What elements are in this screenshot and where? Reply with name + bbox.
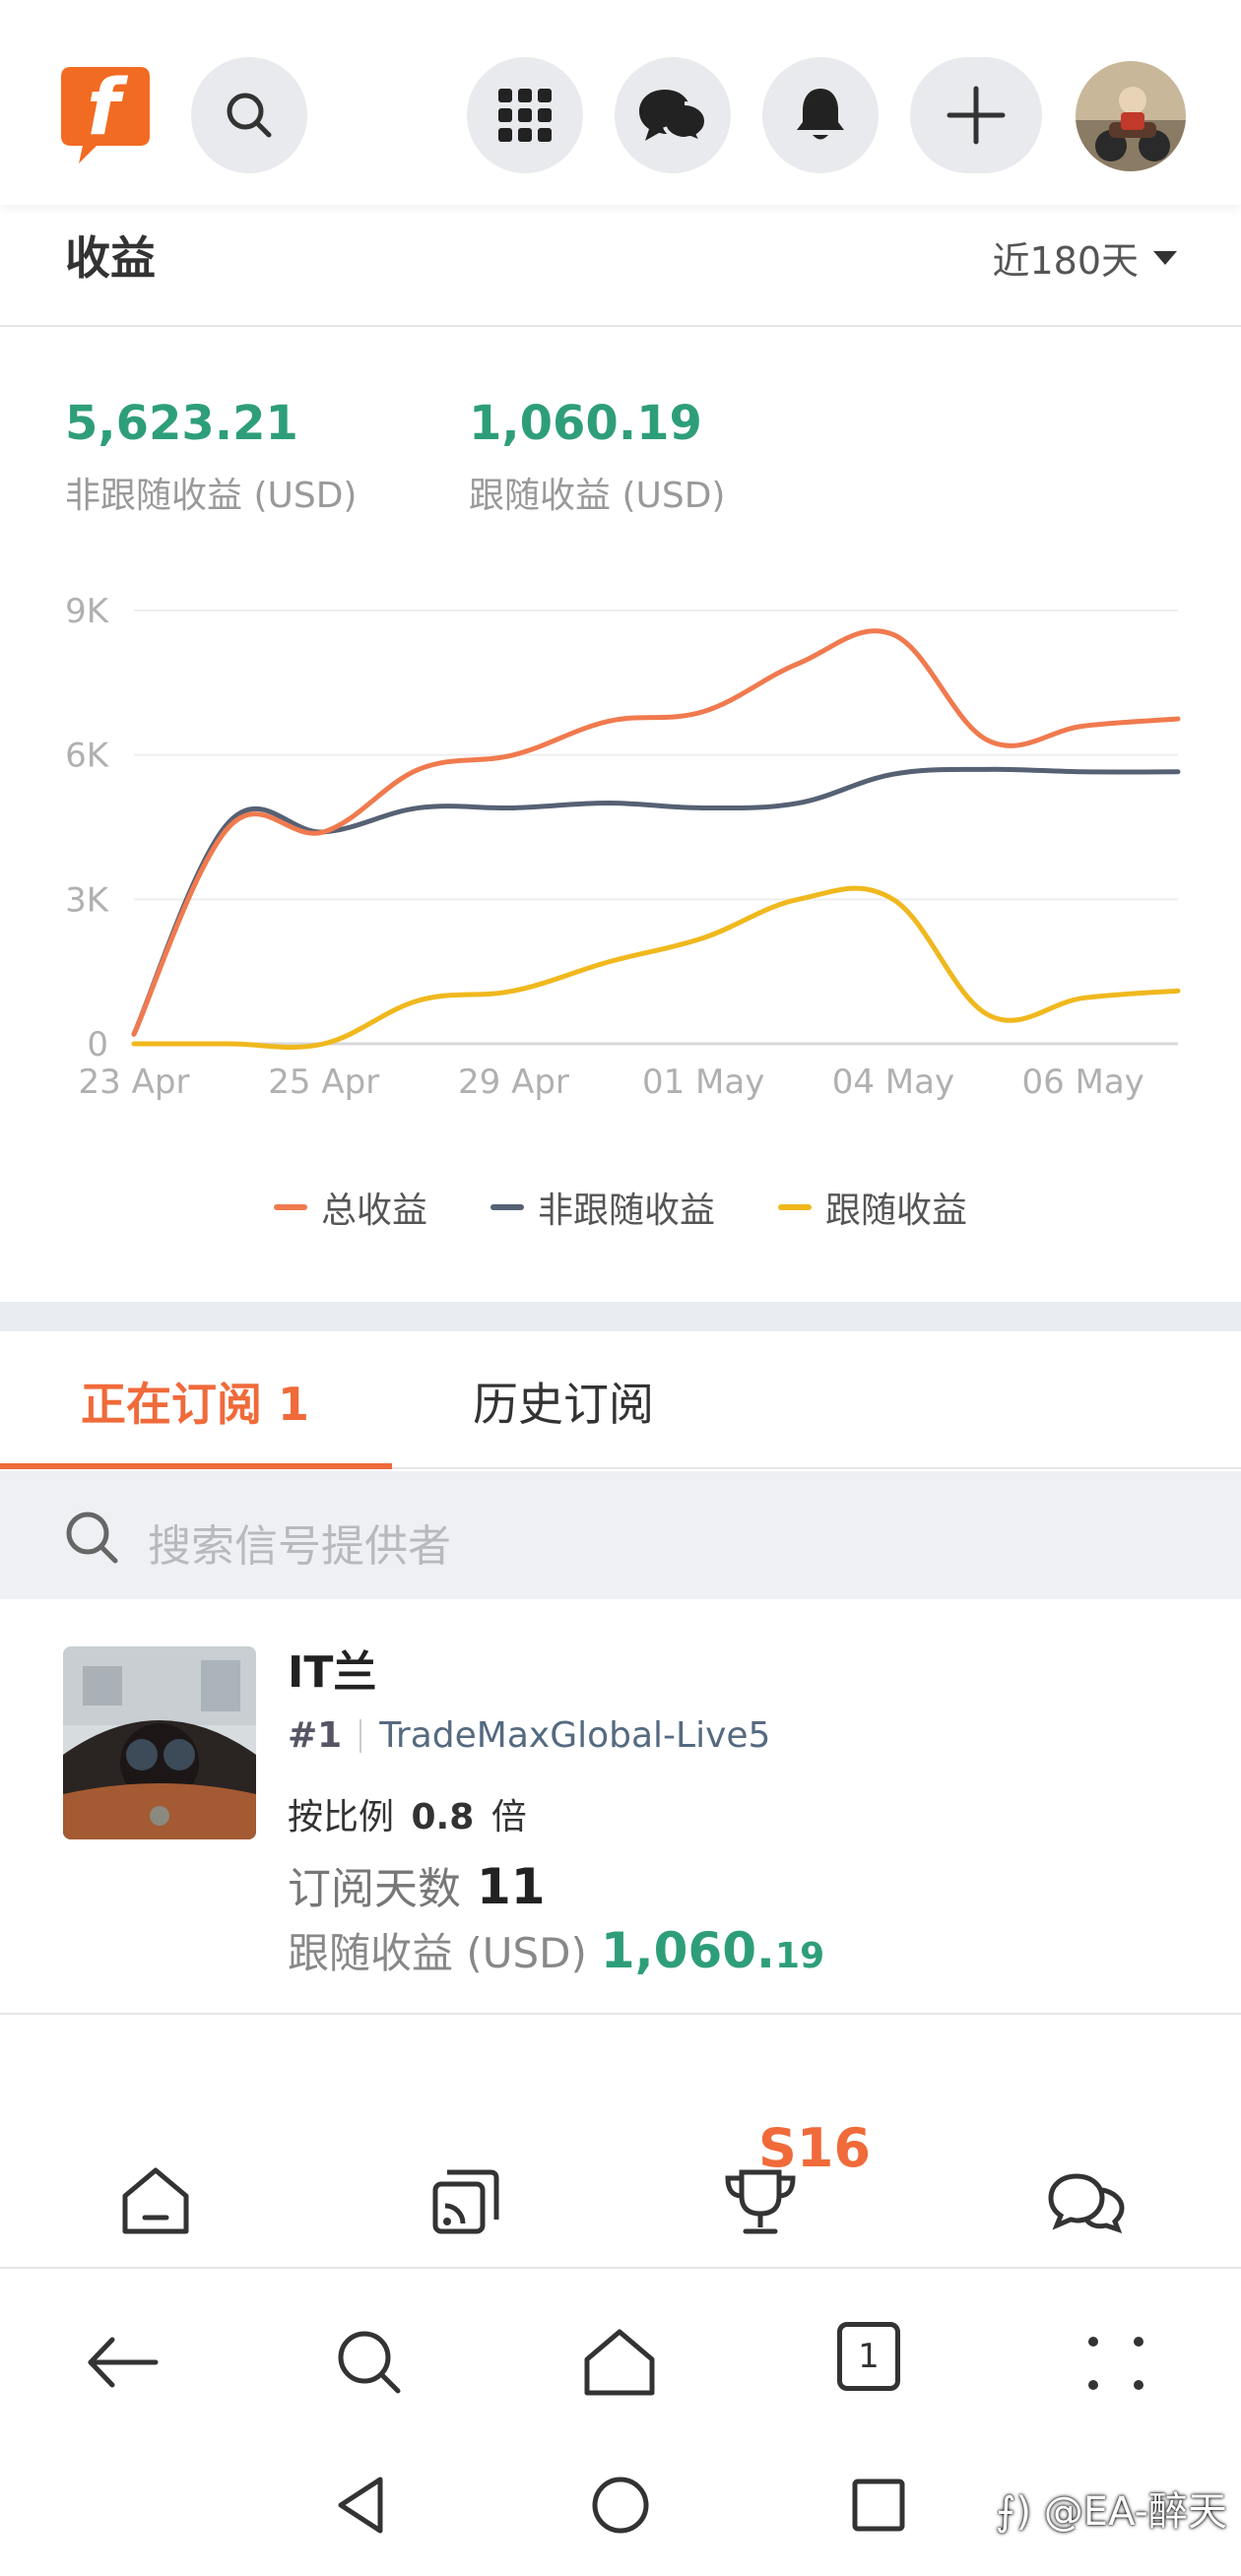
app-logo[interactable]: f	[57, 61, 154, 167]
ratio-value: 0.8	[411, 1797, 475, 1837]
provider-thumbnail[interactable]	[63, 1646, 256, 1839]
legend-label: 跟随收益	[825, 1191, 968, 1231]
y-tick-label: 0	[87, 1025, 108, 1064]
x-tick-label: 25 Apr	[268, 1063, 379, 1102]
y-tick-label: 6K	[65, 737, 110, 776]
x-tick-label: 04 May	[832, 1063, 954, 1102]
copy-ratio-row: 按比例 0.8 倍	[288, 1788, 527, 1839]
days-label: 订阅天数	[288, 1864, 461, 1914]
series-line	[131, 885, 1181, 1050]
provider-rank: #1	[288, 1715, 343, 1756]
y-tick-label: 9K	[65, 592, 110, 631]
chat-bubble-icon[interactable]	[1041, 2157, 1130, 2245]
follow-earnings-row-label: 跟随收益 (USD)	[288, 1929, 587, 1977]
search-icon	[66, 1512, 118, 1564]
legend-item[interactable]: 总收益	[273, 1182, 427, 1233]
notifications-button[interactable]	[762, 57, 879, 173]
earnings-line-chart: 0 3K 6K 9K 23 Apr 25 Apr 29 Apr 01 May 04 May 06 …	[65, 592, 1181, 1102]
provider-name[interactable]: IT兰	[288, 1637, 376, 1700]
chat-icon	[639, 90, 708, 145]
ratio-label: 按比例	[288, 1797, 395, 1837]
top-app-bar: f	[0, 0, 1241, 205]
subscription-days-row: 订阅天数 11	[288, 1853, 546, 1916]
system-recents-icon[interactable]	[849, 2476, 908, 2535]
provider-server: TradeMaxGlobal-Live5	[379, 1715, 771, 1756]
browser-search-icon[interactable]	[325, 2318, 414, 2407]
system-back-icon[interactable]	[331, 2474, 390, 2537]
more-menu-icon[interactable]	[1072, 2318, 1160, 2407]
tab-history-subscriptions[interactable]: 历史订阅	[473, 1369, 654, 1434]
legend-swatch	[490, 1204, 524, 1210]
earnings-title: 收益	[65, 231, 156, 285]
follow-earnings-row: 跟随收益 (USD) 1,060.19	[288, 1920, 824, 1980]
non-follow-earnings-label: 非跟随收益 (USD)	[65, 476, 358, 516]
follow-earnings-label: 跟随收益 (USD)	[469, 476, 726, 516]
home-icon[interactable]	[111, 2157, 200, 2245]
legend-swatch	[273, 1204, 307, 1210]
follow-earnings-main: 1,060.	[600, 1922, 776, 1979]
search-placeholder: 搜索信号提供者	[148, 1521, 451, 1572]
x-tick-label: 01 May	[642, 1063, 764, 1102]
card-divider	[0, 2013, 1241, 2015]
feed-icon[interactable]	[422, 2157, 510, 2245]
tab-current-subscriptions[interactable]: 正在订阅 1	[81, 1369, 309, 1434]
add-button[interactable]	[910, 57, 1042, 173]
search-icon	[227, 93, 272, 138]
rank-separator	[359, 1718, 362, 1753]
section-divider	[0, 325, 1241, 327]
tab-count-button[interactable]: 1	[837, 2322, 900, 2391]
x-tick-label: 23 Apr	[79, 1063, 190, 1102]
system-home-icon[interactable]	[589, 2474, 652, 2537]
legend-item[interactable]: 非跟随收益	[490, 1182, 715, 1233]
period-label: 近180天	[992, 239, 1139, 283]
back-arrow-icon[interactable]	[79, 2318, 167, 2407]
series-line	[131, 628, 1181, 1037]
provider-search-input[interactable]: 搜索信号提供者	[0, 1471, 1241, 1599]
legend-item[interactable]: 跟随收益	[778, 1182, 967, 1233]
follow-earnings-value: 1,060.19	[469, 396, 702, 451]
apps-grid-icon	[498, 89, 552, 142]
series-line	[131, 766, 1181, 1037]
y-tick-label: 3K	[65, 880, 110, 920]
days-value: 11	[477, 1858, 546, 1915]
user-avatar[interactable]	[1076, 61, 1186, 171]
competition-badge[interactable]: S16	[758, 2117, 871, 2179]
legend-swatch	[778, 1204, 812, 1210]
caret-down-icon	[1153, 250, 1177, 265]
search-button[interactable]	[191, 57, 307, 173]
chart-legend: 总收益 非跟随收益 跟随收益	[0, 1182, 1241, 1233]
apps-button[interactable]	[467, 57, 583, 173]
ratio-unit: 倍	[490, 1797, 527, 1837]
app-bottom-nav	[0, 2127, 1241, 2265]
non-follow-earnings-value: 5,623.21	[65, 396, 298, 451]
messages-button[interactable]	[615, 57, 731, 173]
follow-earnings-cents: 19	[775, 1936, 825, 1976]
legend-label: 总收益	[320, 1191, 427, 1231]
watermark: ⨍) @EA-醉天	[995, 2489, 1227, 2535]
bell-icon	[797, 89, 844, 140]
browser-home-icon[interactable]	[575, 2318, 664, 2407]
plus-icon	[947, 86, 1006, 145]
legend-label: 非跟随收益	[537, 1191, 715, 1231]
section-gap	[0, 1302, 1241, 1331]
follow-earnings-row-value: 1,060.19	[601, 1922, 824, 1979]
active-tab-indicator	[0, 1463, 392, 1469]
x-tick-label: 29 Apr	[458, 1063, 569, 1102]
provider-rank-row: #1 TradeMaxGlobal-Live5	[288, 1715, 770, 1756]
browser-toolbar	[0, 2267, 1241, 2454]
period-dropdown[interactable]: 近180天	[992, 230, 1178, 285]
x-tick-label: 06 May	[1021, 1063, 1143, 1102]
